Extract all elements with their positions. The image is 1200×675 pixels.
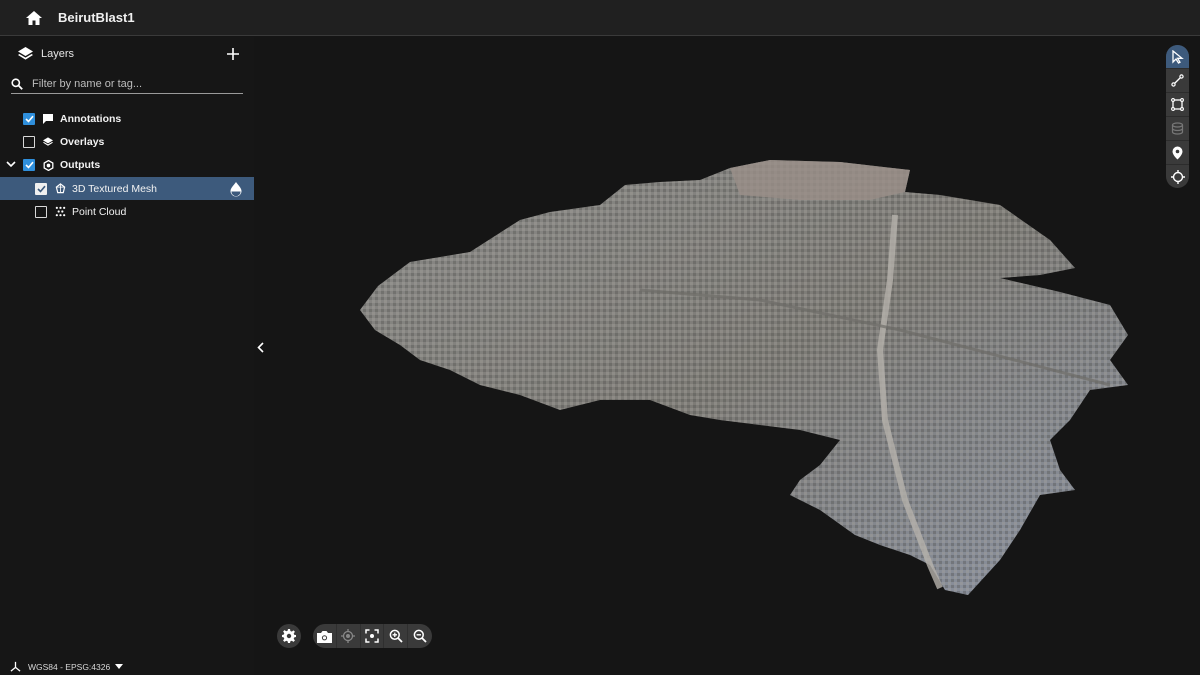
chevron-down-icon[interactable] bbox=[6, 159, 18, 171]
app-header: BeirutBlast1 bbox=[0, 0, 1200, 36]
map-pin-icon bbox=[1172, 146, 1183, 159]
layer-row-annotations[interactable]: Annotations bbox=[0, 107, 254, 130]
camera-controls bbox=[313, 624, 432, 648]
layer-label: Point Cloud bbox=[72, 205, 127, 218]
mesh-checkbox[interactable] bbox=[35, 182, 47, 195]
hexagon-icon bbox=[42, 159, 54, 171]
target-icon bbox=[341, 629, 356, 643]
crs-selector[interactable]: WGS84 - EPSG:4326 bbox=[10, 661, 124, 672]
comment-icon bbox=[42, 113, 54, 125]
layer-row-outputs[interactable]: Outputs bbox=[0, 154, 254, 177]
collapse-sidebar-button[interactable] bbox=[254, 338, 266, 356]
checkmark-icon bbox=[24, 115, 34, 123]
locate-button[interactable] bbox=[1166, 165, 1189, 188]
layers-panel: Layers Annotations Overlays bbox=[0, 37, 254, 675]
focus-icon bbox=[365, 629, 379, 643]
layer-label: Outputs bbox=[60, 159, 101, 172]
checkmark-icon bbox=[24, 161, 34, 169]
layer-row-3d-textured-mesh[interactable]: 3D Textured Mesh bbox=[0, 176, 254, 201]
layer-row-overlays[interactable]: Overlays bbox=[0, 130, 254, 153]
camera-icon bbox=[316, 630, 332, 643]
mesh-icon bbox=[54, 183, 66, 195]
filter-input[interactable] bbox=[32, 77, 232, 90]
point-cloud-checkbox[interactable] bbox=[35, 205, 47, 218]
gear-icon bbox=[282, 629, 296, 643]
zoom-to-fit-button[interactable] bbox=[361, 624, 385, 648]
port-area bbox=[730, 160, 910, 200]
home-button[interactable] bbox=[22, 6, 46, 30]
checkmark-icon bbox=[36, 185, 46, 193]
layer-row-point-cloud[interactable]: Point Cloud bbox=[0, 200, 254, 223]
my-location-button[interactable] bbox=[337, 624, 361, 648]
point-cloud-icon bbox=[54, 206, 66, 218]
caret-down-icon bbox=[115, 664, 124, 669]
measurement-toolbar bbox=[1166, 45, 1189, 188]
chevron-left-icon bbox=[256, 341, 264, 353]
filter-field bbox=[11, 74, 243, 94]
screenshot-button[interactable] bbox=[313, 624, 337, 648]
search-icon bbox=[11, 77, 23, 90]
zoom-in-button[interactable] bbox=[384, 624, 409, 648]
crosshair-icon bbox=[1170, 170, 1185, 184]
layers-panel-header: Layers bbox=[0, 37, 254, 71]
3d-viewport[interactable] bbox=[254, 37, 1200, 675]
line-icon bbox=[1171, 74, 1184, 87]
outputs-checkbox[interactable] bbox=[23, 159, 35, 172]
layer-label: 3D Textured Mesh bbox=[72, 182, 158, 195]
layers-title: Layers bbox=[41, 48, 75, 60]
layer-label: Annotations bbox=[60, 112, 122, 125]
drop-icon[interactable] bbox=[229, 181, 243, 197]
overlays-checkbox[interactable] bbox=[23, 135, 35, 148]
measure-area-button[interactable] bbox=[1166, 93, 1189, 117]
axes-icon bbox=[10, 661, 21, 672]
select-tool-button[interactable] bbox=[1166, 45, 1189, 69]
measure-volume-button[interactable] bbox=[1166, 117, 1189, 141]
add-marker-button[interactable] bbox=[1166, 141, 1189, 165]
measure-line-button[interactable] bbox=[1166, 69, 1189, 93]
settings-button[interactable] bbox=[277, 624, 301, 648]
zoom-out-icon bbox=[413, 629, 427, 643]
layer-label: Overlays bbox=[60, 135, 105, 148]
volume-icon bbox=[1171, 122, 1184, 135]
annotations-checkbox[interactable] bbox=[23, 112, 35, 125]
cursor-icon bbox=[1171, 49, 1184, 64]
zoom-in-icon bbox=[389, 629, 403, 643]
add-layer-button[interactable] bbox=[223, 44, 243, 64]
polygon-icon bbox=[1171, 98, 1184, 111]
project-title: BeirutBlast1 bbox=[58, 10, 135, 25]
crs-label: WGS84 - EPSG:4326 bbox=[28, 661, 111, 672]
layers-icon bbox=[18, 46, 34, 62]
home-icon bbox=[26, 10, 42, 25]
layer-tree: Annotations Overlays Outputs 3D Textured… bbox=[0, 107, 254, 223]
plus-icon bbox=[227, 48, 239, 60]
layers-icon bbox=[42, 136, 54, 148]
zoom-out-button[interactable] bbox=[408, 624, 432, 648]
city-mesh-render[interactable] bbox=[254, 37, 1200, 675]
